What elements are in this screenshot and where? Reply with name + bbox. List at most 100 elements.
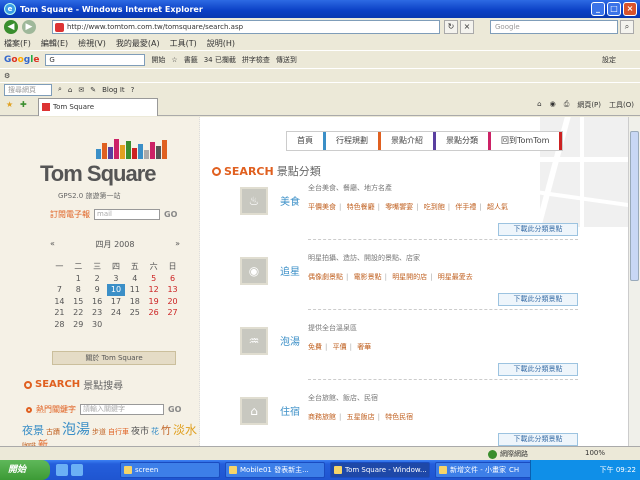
- calendar-day[interactable]: 24: [107, 307, 126, 319]
- calendar-day[interactable]: 8: [69, 284, 88, 296]
- calendar-day[interactable]: 13: [163, 284, 182, 296]
- tag-cloud-item[interactable]: 淡水: [173, 423, 197, 437]
- category-name[interactable]: 追星: [280, 263, 300, 278]
- calendar-day[interactable]: 7: [50, 284, 69, 296]
- tag-cloud-item[interactable]: 泡湯: [62, 422, 90, 438]
- calendar-day[interactable]: 4: [125, 273, 144, 285]
- taskbar-window-button[interactable]: screen: [120, 462, 220, 478]
- calendar-day[interactable]: 29: [69, 319, 88, 331]
- tag-cloud-item[interactable]: 步道: [92, 428, 106, 436]
- mail-icon[interactable]: ✉: [78, 86, 84, 94]
- feeds-icon[interactable]: ◉: [550, 100, 556, 110]
- taskbar-window-button[interactable]: Tom Square - Window...: [330, 462, 430, 478]
- calendar-day[interactable]: 11: [125, 284, 144, 296]
- calendar-day[interactable]: 17: [107, 296, 126, 308]
- category-link[interactable]: 電影景點: [354, 273, 382, 281]
- calendar-next-button[interactable]: »: [175, 239, 180, 250]
- nav-item[interactable]: 景點分類: [436, 132, 491, 150]
- category-link[interactable]: 特色餐廳: [347, 203, 375, 211]
- category-link[interactable]: 吃到飽: [424, 203, 445, 211]
- nav-item[interactable]: 行程規劃: [326, 132, 381, 150]
- menu-help[interactable]: 說明(H): [207, 38, 235, 49]
- menu-favorites[interactable]: 我的最愛(A): [116, 38, 160, 49]
- category-name[interactable]: 美食: [280, 193, 300, 208]
- calendar-day[interactable]: 1: [69, 273, 88, 285]
- bookmark-icon[interactable]: ☆: [171, 56, 177, 64]
- stop-button[interactable]: ×: [460, 20, 474, 34]
- calendar-day[interactable]: 25: [125, 307, 144, 319]
- print-icon[interactable]: ⎙: [564, 100, 570, 110]
- download-category-button[interactable]: 下載此分類景點: [498, 223, 578, 236]
- category-link[interactable]: 特色民宿: [385, 413, 413, 421]
- calendar-day[interactable]: 19: [144, 296, 163, 308]
- nav-item[interactable]: 首頁: [287, 132, 326, 150]
- keyword-go-button[interactable]: GO: [168, 405, 181, 414]
- download-category-button[interactable]: 下載此分類景點: [498, 293, 578, 306]
- calendar-day[interactable]: 10: [106, 284, 126, 296]
- category-name[interactable]: 泡湯: [280, 333, 300, 348]
- download-category-button[interactable]: 下載此分類景點: [498, 363, 578, 376]
- tab-tom-square[interactable]: Tom Square: [38, 98, 158, 116]
- close-button[interactable]: ×: [623, 2, 637, 16]
- minimize-button[interactable]: _: [591, 2, 605, 16]
- category-link[interactable]: 明星最愛去: [438, 273, 473, 281]
- vertical-scrollbar[interactable]: [628, 117, 640, 460]
- keyword-input[interactable]: 請輸入關鍵字: [80, 404, 164, 415]
- category-link[interactable]: 商務旅館: [308, 413, 336, 421]
- about-tom-square-button[interactable]: 關於 Tom Square: [52, 351, 176, 365]
- calendar-prev-button[interactable]: «: [50, 239, 55, 250]
- help-icon[interactable]: ?: [131, 86, 135, 94]
- calendar-day[interactable]: 22: [69, 307, 88, 319]
- menu-tools[interactable]: 工具(T): [170, 38, 197, 49]
- language-indicator[interactable]: CH: [509, 460, 519, 480]
- taskbar-window-button[interactable]: Mobile01 發表新主...: [225, 462, 325, 478]
- bookmarks-button[interactable]: 書籤: [184, 55, 198, 65]
- tag-cloud-item[interactable]: 竹: [161, 426, 171, 437]
- category-link[interactable]: 平價: [333, 343, 347, 351]
- calendar-day[interactable]: 30: [88, 319, 107, 331]
- search-icon[interactable]: ⌕: [58, 85, 62, 94]
- menu-edit[interactable]: 編輯(E): [41, 38, 68, 49]
- spellcheck-button[interactable]: 拼字檢查: [242, 55, 270, 65]
- tag-cloud-item[interactable]: 夜景: [22, 424, 44, 437]
- calendar-day[interactable]: 21: [50, 307, 69, 319]
- add-favorite-icon[interactable]: ✚: [20, 100, 27, 109]
- calendar-day[interactable]: 15: [69, 296, 88, 308]
- calendar-day[interactable]: 12: [144, 284, 163, 296]
- category-link[interactable]: 零嘴饗宴: [385, 203, 413, 211]
- desktop-launch-icon[interactable]: [71, 464, 83, 476]
- calendar-day[interactable]: 18: [125, 296, 144, 308]
- calendar-day[interactable]: 14: [50, 296, 69, 308]
- category-link[interactable]: 奢華: [357, 343, 371, 351]
- send-to-button[interactable]: 傳送到: [276, 55, 297, 65]
- category-link[interactable]: 超人氣: [487, 203, 508, 211]
- ie-launch-icon[interactable]: [56, 464, 68, 476]
- start-button[interactable]: 開始: [0, 460, 50, 480]
- home-button-icon[interactable]: ⌂: [537, 100, 541, 110]
- category-link[interactable]: 偶像劇景點: [308, 273, 343, 281]
- calendar-day[interactable]: 28: [50, 319, 69, 331]
- category-name[interactable]: 住宿: [280, 403, 300, 418]
- tag-cloud-item[interactable]: 古蹟: [46, 428, 60, 436]
- google-go-button[interactable]: 開始: [151, 55, 165, 65]
- menu-view[interactable]: 檢視(V): [78, 38, 106, 49]
- refresh-button[interactable]: ↻: [444, 20, 458, 34]
- zoom-level[interactable]: 100%: [585, 449, 605, 457]
- calendar-day[interactable]: 5: [144, 273, 163, 285]
- web-search-input[interactable]: 搜尋網頁: [4, 83, 52, 96]
- menu-file[interactable]: 檔案(F): [4, 38, 31, 49]
- category-link[interactable]: 平價美食: [308, 203, 336, 211]
- tag-cloud-item[interactable]: 夜市: [131, 427, 149, 437]
- calendar-day[interactable]: 23: [88, 307, 107, 319]
- calendar-day[interactable]: 26: [144, 307, 163, 319]
- nav-item[interactable]: 景點介紹: [381, 132, 436, 150]
- newsletter-email-input[interactable]: mail: [94, 209, 160, 220]
- download-category-button[interactable]: 下載此分類景點: [498, 433, 578, 446]
- calendar-day[interactable]: 9: [88, 284, 107, 296]
- favorites-star-icon[interactable]: ★: [6, 100, 13, 109]
- search-input[interactable]: Google: [490, 20, 618, 34]
- home-icon[interactable]: ⌂: [68, 86, 72, 94]
- address-input[interactable]: http://www.tomtom.com.tw/tomsquare/searc…: [52, 20, 440, 34]
- tools-menu[interactable]: 工具(O): [609, 100, 634, 110]
- category-link[interactable]: 五星飯店: [347, 413, 375, 421]
